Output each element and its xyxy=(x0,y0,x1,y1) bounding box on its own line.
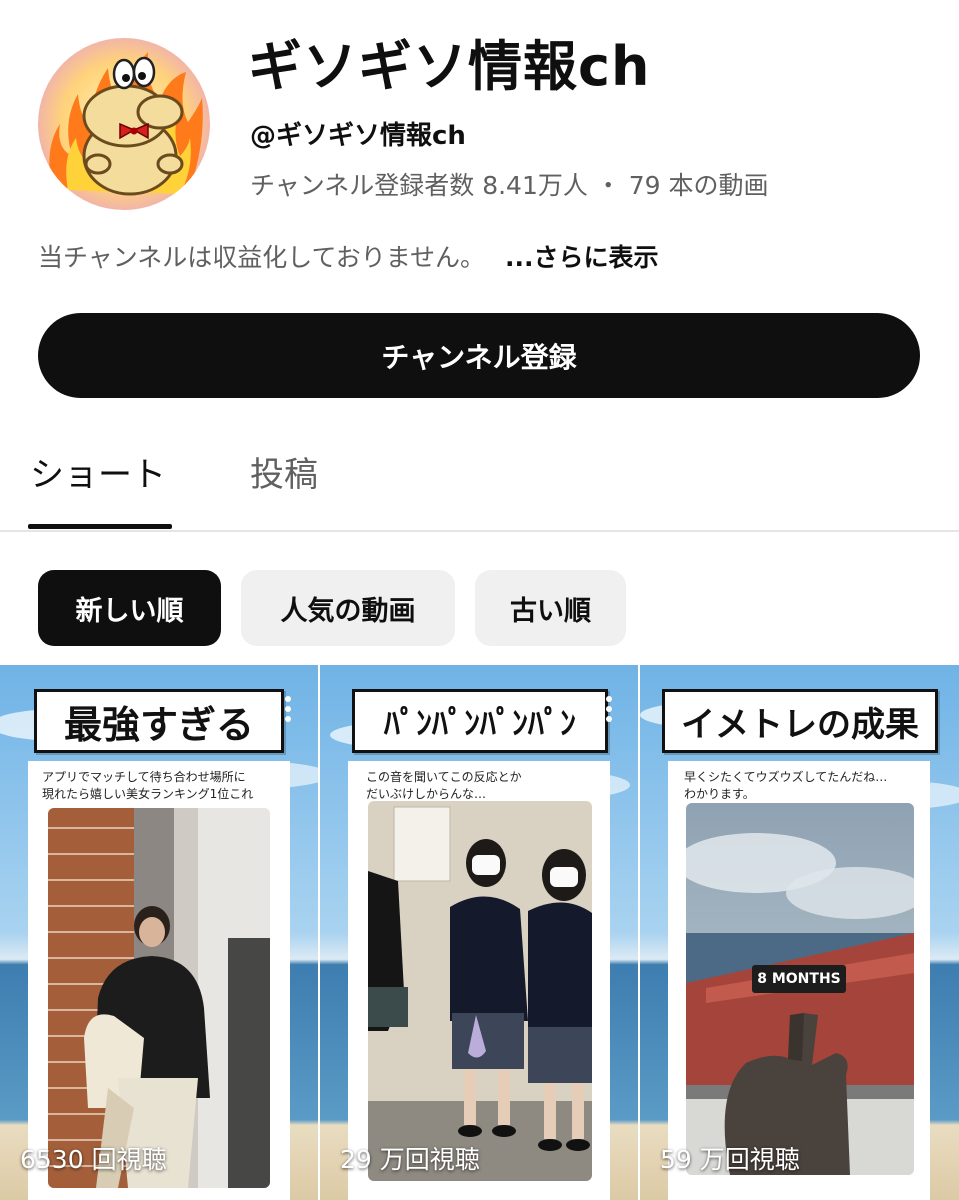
short-thumbnail xyxy=(368,801,592,1181)
short-card[interactable]: 最強すぎる アプリでマッチして待ち合わせ場所に 現れたら嬉しい美女ランキング1位… xyxy=(0,665,318,1200)
view-count: 59 万回視聴 xyxy=(660,1145,800,1174)
short-card[interactable]: イメトレの成果 早くシたくてウズウズしてたんだね… わかります。 59 万回視聴 xyxy=(640,665,959,1200)
short-card[interactable]: ﾊﾟﾝﾊﾟﾝﾊﾟﾝﾊﾟﾝ この音を聞いてこの反応とか だいぶけしからんな… 29… xyxy=(320,665,638,1200)
short-thumbnail xyxy=(48,808,270,1188)
channel-description: 当チャンネルは収益化しておりません。 ...さらに表示 xyxy=(38,238,659,278)
tab-shorts[interactable]: ショート xyxy=(30,452,166,498)
months-overlay-label: 8 MONTHS xyxy=(752,965,846,993)
tab-posts[interactable]: 投稿 xyxy=(250,452,318,498)
active-tab-indicator xyxy=(28,524,172,529)
channel-header: ギソギソ情報ch @ギソギソ情報ch チャンネル登録者数 8.41万人 ・ 79… xyxy=(0,0,959,300)
short-caption-line2: 現れたら嬉しい美女ランキング1位これ xyxy=(42,787,254,801)
chip-newest[interactable]: 新しい順 xyxy=(38,570,221,646)
subscribe-button[interactable]: チャンネル登録 xyxy=(38,313,920,398)
chip-popular[interactable]: 人気の動画 xyxy=(241,570,455,646)
channel-avatar[interactable] xyxy=(38,38,210,210)
chip-oldest[interactable]: 古い順 xyxy=(475,570,626,646)
more-vert-icon[interactable] xyxy=(924,695,934,723)
short-caption-line1: 早くシたくてウズウズしてたんだね… xyxy=(684,770,888,784)
more-link[interactable]: ...さらに表示 xyxy=(505,243,659,272)
mascot-avatar-icon xyxy=(38,38,210,210)
shorts-grid: 最強すぎる アプリでマッチして待ち合わせ場所に 現れたら嬉しい美女ランキング1位… xyxy=(0,665,959,1200)
channel-title: ギソギソ情報ch xyxy=(248,35,651,98)
description-text: 当チャンネルは収益化しておりません。 xyxy=(38,243,486,272)
more-vert-icon[interactable] xyxy=(604,695,614,723)
short-caption-line1: アプリでマッチして待ち合わせ場所に xyxy=(42,770,246,784)
channel-tabs: ショート 投稿 xyxy=(0,432,959,532)
sort-chips: 新しい順 人気の動画 古い順 xyxy=(0,570,959,646)
channel-handle: @ギソギソ情報ch xyxy=(250,121,466,151)
channel-stats: チャンネル登録者数 8.41万人 ・ 79 本の動画 xyxy=(250,171,769,200)
view-count: 6530 回視聴 xyxy=(20,1145,167,1174)
short-caption-line2: わかります。 xyxy=(684,787,755,801)
short-title: イメトレの成果 xyxy=(662,689,938,753)
view-count: 29 万回視聴 xyxy=(340,1145,480,1174)
short-title: ﾊﾟﾝﾊﾟﾝﾊﾟﾝﾊﾟﾝ xyxy=(352,689,608,753)
short-caption-line1: この音を聞いてこの反応とか xyxy=(366,770,522,784)
short-title: 最強すぎる xyxy=(34,689,284,753)
more-vert-icon[interactable] xyxy=(283,695,293,723)
